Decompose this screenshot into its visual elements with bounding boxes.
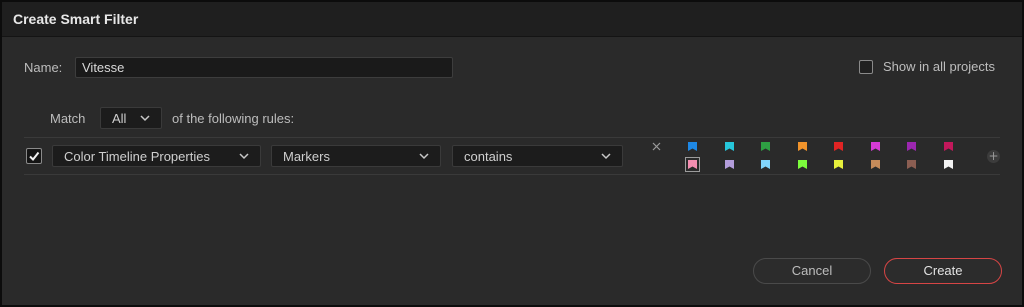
close-icon[interactable]	[651, 141, 662, 152]
create-button[interactable]: Create	[884, 258, 1002, 284]
marker-flag-icon[interactable]	[871, 142, 880, 151]
chevron-down-icon	[601, 153, 611, 160]
chevron-down-icon	[419, 153, 429, 160]
marker-flag-icon[interactable]	[725, 142, 734, 151]
marker-flag-icon[interactable]	[907, 160, 916, 169]
marker-flag-icon[interactable]	[871, 160, 880, 169]
show-all-projects-checkbox[interactable]	[859, 60, 873, 74]
rule-property-select[interactable]: Markers	[271, 145, 441, 167]
rule-operator-select[interactable]: contains	[452, 145, 623, 167]
plus-icon[interactable]: +	[987, 150, 1000, 163]
cancel-button[interactable]: Cancel	[753, 258, 871, 284]
create-smart-filter-dialog: Create Smart Filter Name: Show in all pr…	[0, 0, 1024, 307]
checkmark-icon	[29, 151, 40, 162]
marker-flag-icon[interactable]	[685, 157, 700, 172]
rule-field-value: Color Timeline Properties	[64, 149, 210, 164]
match-suffix-label: of the following rules:	[172, 111, 295, 126]
name-label: Name:	[24, 60, 63, 75]
show-all-projects-label: Show in all projects	[883, 59, 995, 74]
match-select-value: All	[112, 111, 127, 126]
match-select[interactable]: All	[100, 107, 162, 129]
marker-flag-icon[interactable]	[834, 142, 843, 151]
marker-flag-icon[interactable]	[798, 160, 807, 169]
marker-flag-icon[interactable]	[798, 142, 807, 151]
rule-enabled-checkbox[interactable]	[26, 148, 42, 164]
rule-operator-value: contains	[464, 149, 513, 164]
marker-flag-icon[interactable]	[834, 160, 843, 169]
marker-flag-icon[interactable]	[944, 142, 953, 151]
chevron-down-icon	[239, 153, 249, 160]
chevron-down-icon	[140, 115, 150, 122]
match-label: Match	[50, 111, 86, 126]
rule-property-value: Markers	[283, 149, 330, 164]
rule-field-select[interactable]: Color Timeline Properties	[52, 145, 261, 167]
name-input[interactable]	[75, 57, 453, 78]
rule-divider-bottom	[24, 174, 1000, 175]
marker-flag-icon[interactable]	[761, 142, 770, 151]
marker-flag-icon[interactable]	[944, 160, 953, 169]
dialog-title: Create Smart Filter	[13, 11, 139, 27]
title-bar: Create Smart Filter	[2, 2, 1022, 37]
marker-flag-icon[interactable]	[688, 142, 697, 151]
marker-flag-icon[interactable]	[725, 160, 734, 169]
marker-flag-icon[interactable]	[761, 160, 770, 169]
marker-flag-icon[interactable]	[907, 142, 916, 151]
rule-divider-top	[24, 137, 1000, 138]
